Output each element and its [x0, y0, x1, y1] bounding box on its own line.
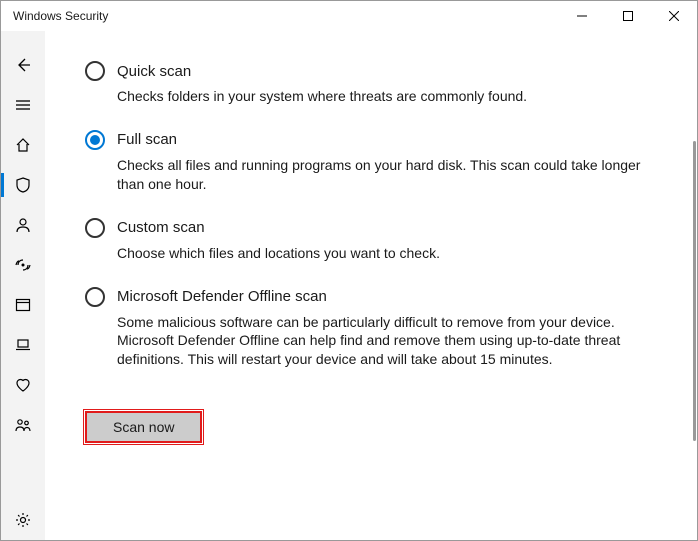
- radio-quick-scan[interactable]: Quick scan: [85, 61, 657, 81]
- radio-icon: [85, 130, 105, 150]
- sidebar-item-account-protection[interactable]: [1, 205, 45, 245]
- sidebar-item-device-security[interactable]: [1, 325, 45, 365]
- app-body: Quick scan Checks folders in your system…: [1, 31, 697, 540]
- hamburger-icon: [14, 96, 32, 114]
- option-quick-scan: Quick scan Checks folders in your system…: [85, 61, 657, 106]
- radio-icon: [85, 218, 105, 238]
- option-title: Custom scan: [117, 219, 205, 236]
- option-title: Quick scan: [117, 63, 191, 80]
- titlebar: Windows Security: [1, 1, 697, 31]
- sidebar-item-app-browser-control[interactable]: [1, 285, 45, 325]
- window-title: Windows Security: [13, 9, 108, 23]
- radio-icon: [85, 61, 105, 81]
- scan-now-button[interactable]: Scan now: [85, 411, 202, 443]
- close-button[interactable]: [651, 1, 697, 31]
- option-custom-scan: Custom scan Choose which files and locat…: [85, 218, 657, 263]
- sidebar-item-firewall[interactable]: [1, 245, 45, 285]
- sidebar-item-virus-protection[interactable]: [1, 165, 45, 205]
- option-full-scan: Full scan Checks all files and running p…: [85, 130, 657, 194]
- scrollbar-thumb[interactable]: [693, 141, 696, 441]
- sidebar-item-family-options[interactable]: [1, 405, 45, 445]
- sidebar: [1, 31, 45, 540]
- shield-icon: [14, 176, 32, 194]
- people-icon: [14, 416, 32, 434]
- scrollbar[interactable]: [693, 31, 697, 540]
- sidebar-item-device-performance[interactable]: [1, 365, 45, 405]
- option-description: Checks all files and running programs on…: [117, 156, 647, 194]
- laptop-icon: [14, 336, 32, 354]
- titlebar-controls: [559, 1, 697, 31]
- option-description: Checks folders in your system where thre…: [117, 87, 647, 106]
- option-offline-scan: Microsoft Defender Offline scan Some mal…: [85, 287, 657, 370]
- radio-offline-scan[interactable]: Microsoft Defender Offline scan: [85, 287, 657, 307]
- person-icon: [14, 216, 32, 234]
- back-button[interactable]: [1, 45, 45, 85]
- content-area: Quick scan Checks folders in your system…: [45, 31, 697, 540]
- heart-icon: [14, 376, 32, 394]
- back-arrow-icon: [14, 56, 32, 74]
- option-title: Full scan: [117, 131, 177, 148]
- radio-full-scan[interactable]: Full scan: [85, 130, 657, 150]
- gear-icon: [14, 511, 32, 529]
- option-title: Microsoft Defender Offline scan: [117, 288, 327, 305]
- radio-icon: [85, 287, 105, 307]
- network-icon: [14, 256, 32, 274]
- option-description: Some malicious software can be particula…: [117, 313, 647, 370]
- option-description: Choose which files and locations you wan…: [117, 244, 647, 263]
- radio-custom-scan[interactable]: Custom scan: [85, 218, 657, 238]
- home-icon: [14, 136, 32, 154]
- browser-icon: [14, 296, 32, 314]
- sidebar-item-home[interactable]: [1, 125, 45, 165]
- menu-button[interactable]: [1, 85, 45, 125]
- minimize-button[interactable]: [559, 1, 605, 31]
- maximize-button[interactable]: [605, 1, 651, 31]
- scan-options: Quick scan Checks folders in your system…: [85, 61, 657, 443]
- sidebar-item-settings[interactable]: [1, 500, 45, 540]
